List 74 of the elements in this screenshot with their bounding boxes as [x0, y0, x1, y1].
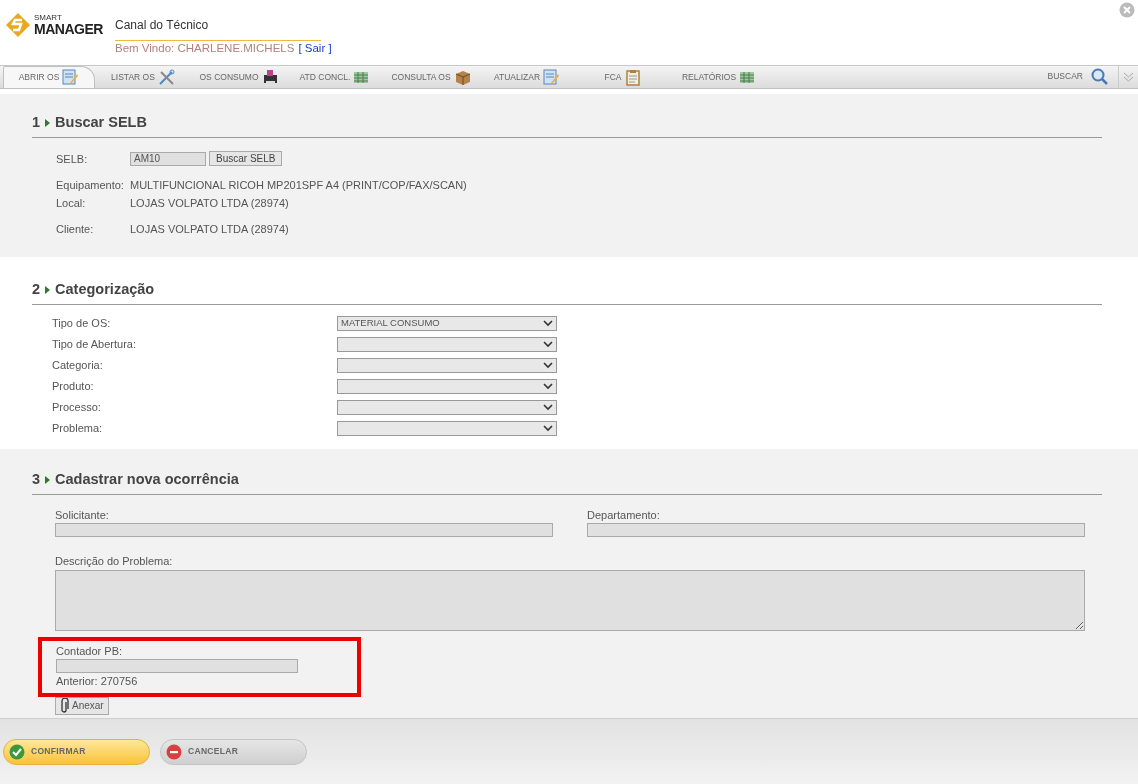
- nav-tab[interactable]: LISTAR OS: [95, 66, 191, 88]
- nav-tab[interactable]: ATD CONCL.: [287, 66, 383, 88]
- arrow-icon: [45, 118, 51, 127]
- printer-icon: [261, 68, 279, 86]
- selb-input[interactable]: AM10: [130, 151, 206, 166]
- tools-icon: [157, 68, 175, 86]
- section-number: 2: [32, 280, 41, 299]
- section-number: 3: [32, 470, 41, 489]
- notepad-icon: [543, 68, 561, 86]
- page-title: Canal do Técnico: [115, 16, 321, 41]
- field-label: Problema:: [52, 421, 104, 436]
- box-icon: [453, 68, 471, 86]
- field-label: Equipamento:: [56, 177, 125, 193]
- field-value: MULTIFUNCIONAL RICOH MP201SPF A4 (PRINT/COP/FAX/SCAN): [130, 177, 467, 193]
- search-icon: [1091, 68, 1108, 85]
- caret-icon: [543, 361, 553, 369]
- caret-icon: [543, 340, 553, 348]
- field-label: Solicitante:: [55, 507, 110, 523]
- logo-text: MANAGER: [34, 22, 103, 36]
- section-title: Cadastrar nova ocorrência: [55, 470, 239, 489]
- logout-link[interactable]: [ Sair ]: [298, 40, 332, 58]
- logo-small-text: SMART: [34, 14, 63, 22]
- paperclip-icon: [60, 698, 69, 714]
- arrow-icon: [45, 475, 51, 484]
- field-label: Local:: [56, 195, 87, 211]
- caret-icon: [543, 382, 553, 390]
- department-input[interactable]: [587, 523, 1085, 538]
- cancel-button[interactable]: CANCELAR: [160, 738, 307, 765]
- nav-tab[interactable]: ATUALIZAR: [479, 66, 575, 88]
- field-value: LOJAS VOLPATO LTDA (28974): [130, 195, 289, 211]
- field-label: Produto:: [52, 379, 95, 394]
- search-selb-button[interactable]: Buscar SELB: [209, 151, 283, 167]
- close-icon[interactable]: [1119, 2, 1135, 18]
- field-label: Cliente:: [56, 221, 95, 237]
- nav-tab[interactable]: OS CONSUMO: [191, 66, 287, 88]
- confirm-button[interactable]: CONFIRMAR: [3, 738, 150, 765]
- nav-tab[interactable]: ABRIR OS: [3, 66, 95, 88]
- field-label: Tipo de OS:: [52, 316, 112, 331]
- description-textarea[interactable]: [55, 569, 1085, 631]
- requester-input[interactable]: [55, 523, 553, 538]
- field-label: Descrição do Problema:: [55, 554, 174, 570]
- field-label: Contador PB:: [56, 643, 124, 659]
- counter-input[interactable]: [56, 659, 298, 674]
- nav-tab[interactable]: CONSULTA OS: [383, 66, 479, 88]
- section-title: Buscar SELB: [55, 113, 147, 132]
- field-label: Departamento:: [587, 507, 661, 523]
- field-label: Tipo de Abertura:: [52, 337, 137, 352]
- clipboard-icon: [624, 68, 642, 86]
- section-title: Categorização: [55, 280, 155, 299]
- previous-reading: Anterior: 270756: [56, 674, 139, 690]
- arrow-icon: [45, 285, 51, 294]
- select-field[interactable]: [337, 420, 557, 436]
- select-field[interactable]: MATERIAL CONSUMO: [337, 315, 557, 331]
- select-field[interactable]: [337, 378, 557, 394]
- field-label: Categoria:: [52, 358, 104, 373]
- welcome-text: Bem Vindo: CHARLENE.MICHELS: [115, 41, 295, 56]
- caret-icon: [543, 319, 553, 327]
- caret-icon: [543, 424, 553, 432]
- nav-tab[interactable]: FCA: [575, 66, 671, 88]
- select-field[interactable]: [337, 399, 557, 415]
- notepad-icon: [62, 69, 80, 86]
- field-label: Processo:: [52, 400, 102, 415]
- nav-tab[interactable]: RELATÓRIOS: [671, 66, 767, 88]
- field-label: SELB:: [56, 151, 89, 167]
- check-icon: [9, 743, 25, 760]
- field-value: LOJAS VOLPATO LTDA (28974): [130, 221, 289, 237]
- search-button[interactable]: BUSCAR: [1041, 67, 1114, 86]
- expand-chevron-icon[interactable]: [1123, 72, 1134, 82]
- logo-icon: [5, 12, 31, 38]
- section-number: 1: [32, 113, 41, 132]
- minus-icon: [166, 743, 182, 760]
- caret-icon: [543, 403, 553, 411]
- select-field[interactable]: [337, 357, 557, 373]
- select-field[interactable]: [337, 336, 557, 352]
